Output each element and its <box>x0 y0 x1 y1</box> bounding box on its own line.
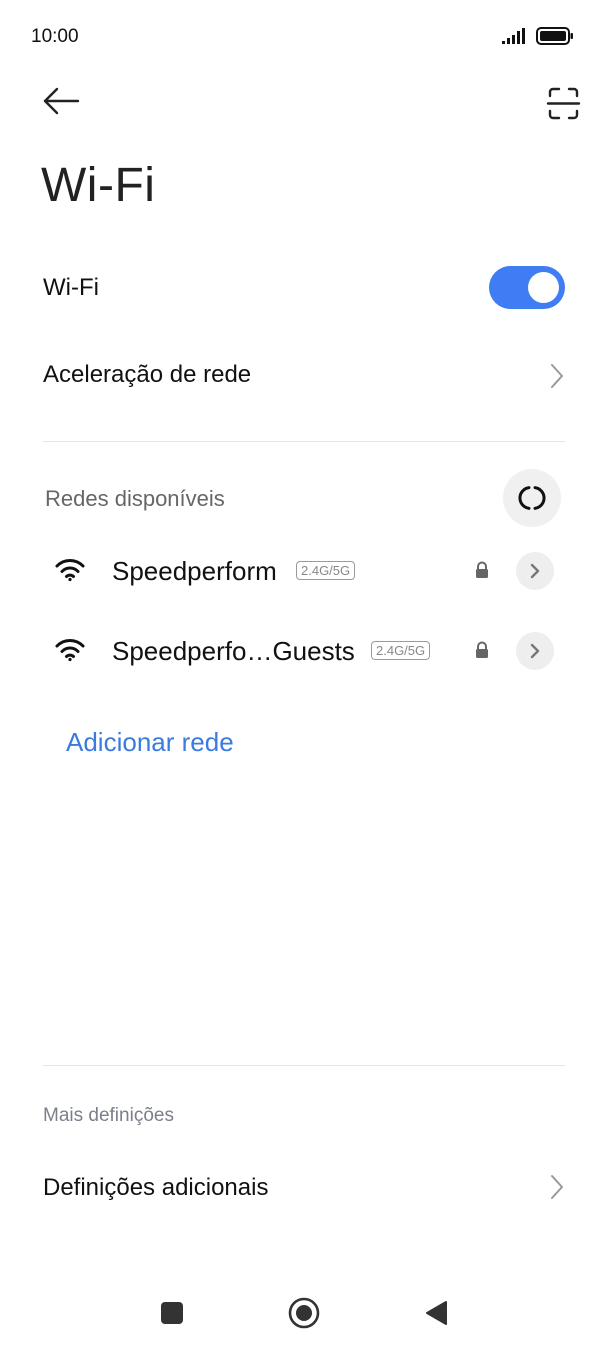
refresh-button[interactable] <box>503 469 561 527</box>
status-icons <box>502 26 574 46</box>
network-name: Speedperform <box>112 556 277 586</box>
band-badge: 2.4G/5G <box>296 561 356 580</box>
divider <box>43 441 565 442</box>
battery-icon <box>536 27 573 45</box>
chevron-right-icon <box>551 364 563 388</box>
chevron-right-icon <box>530 643 540 659</box>
network-name: Speedperfo…Guests <box>112 636 355 666</box>
network-acceleration-row[interactable]: Aceleração de rede <box>0 345 608 407</box>
recents-button[interactable] <box>161 1302 183 1324</box>
wifi-signal-icon <box>55 559 85 582</box>
network-item[interactable]: Speedperfo…Guests 2.4G/5G <box>0 625 608 679</box>
wifi-toggle[interactable] <box>489 266 565 309</box>
additional-settings-label: Definições adicionais <box>43 1174 269 1201</box>
add-network-link[interactable]: Adicionar rede <box>66 727 234 758</box>
lock-icon <box>476 641 488 658</box>
back-button[interactable] <box>40 84 84 120</box>
toggle-knob <box>528 272 559 303</box>
network-item[interactable]: Speedperform 2.4G/5G <box>0 545 608 599</box>
wifi-toggle-label: Wi-Fi <box>43 274 99 301</box>
home-button[interactable] <box>288 1297 320 1329</box>
scan-qr-button[interactable] <box>544 84 584 124</box>
additional-settings-row[interactable]: Definições adicionais <box>0 1158 608 1220</box>
more-settings-title: Mais definições <box>43 1105 174 1126</box>
band-badge: 2.4G/5G <box>371 641 431 660</box>
page-title: Wi-Fi <box>41 159 156 212</box>
divider <box>43 1065 565 1066</box>
network-details-button[interactable] <box>516 552 554 590</box>
triangle-back-icon <box>426 1301 447 1325</box>
refresh-icon <box>518 486 546 510</box>
chevron-right-icon <box>551 1175 563 1199</box>
arrow-left-icon <box>43 87 80 115</box>
network-details-button[interactable] <box>516 632 554 670</box>
chevron-right-icon <box>530 563 540 579</box>
available-networks-title: Redes disponíveis <box>45 486 225 511</box>
lock-icon <box>476 561 488 578</box>
signal-icon <box>502 28 525 44</box>
qr-scan-icon <box>546 87 581 120</box>
network-acceleration-label: Aceleração de rede <box>43 361 252 388</box>
wifi-signal-icon <box>55 639 85 662</box>
status-time: 10:00 <box>31 26 79 47</box>
nav-back-button[interactable] <box>424 1300 448 1326</box>
circle-home-icon <box>288 1297 320 1329</box>
